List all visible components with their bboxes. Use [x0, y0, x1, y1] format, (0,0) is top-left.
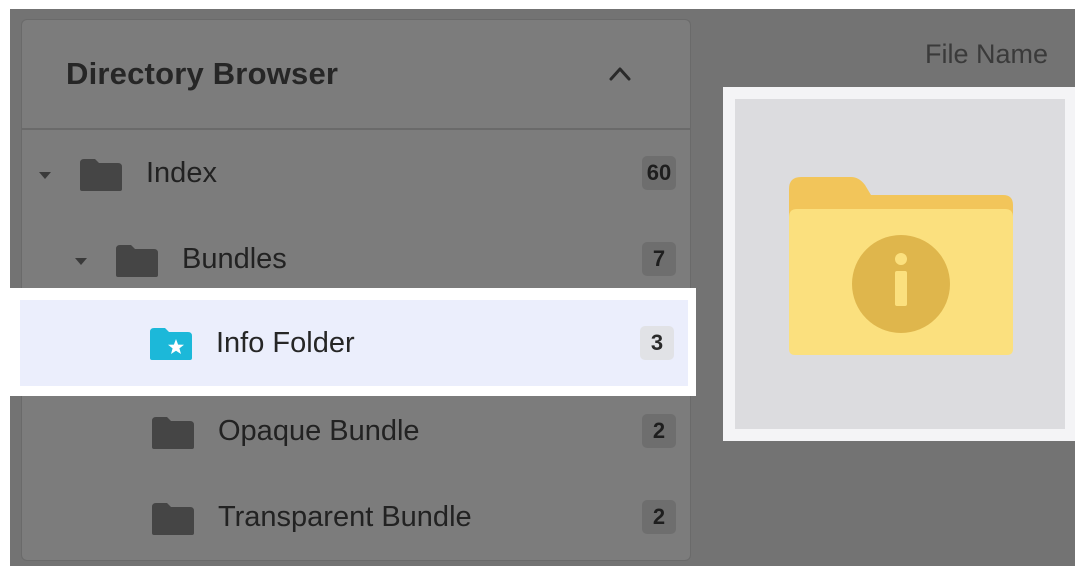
folder-icon	[152, 503, 194, 535]
tree-item-label: Bundles	[182, 243, 287, 275]
tree-item-transparent-bundle[interactable]: Transparent Bundle 2	[22, 474, 690, 560]
caret-down-icon[interactable]	[38, 170, 52, 180]
tree-item-label: Transparent Bundle	[218, 501, 472, 533]
item-count-badge: 2	[642, 414, 676, 448]
folder-icon	[80, 159, 122, 191]
chevron-up-icon[interactable]	[608, 64, 632, 82]
app-window: Directory Browser Index 60 Bundles 7 Opa…	[10, 9, 1075, 566]
folder-icon	[116, 245, 158, 277]
tree-item-label: Info Folder	[216, 327, 355, 359]
column-header-file-name[interactable]: File Name	[925, 39, 1048, 70]
info-folder-icon	[789, 177, 1013, 355]
star-folder-icon	[150, 328, 192, 360]
tree-item-index[interactable]: Index 60	[22, 130, 690, 216]
tree-item-label: Opaque Bundle	[218, 415, 420, 447]
folder-icon	[152, 417, 194, 449]
item-count-badge: 3	[640, 326, 674, 360]
item-count-badge: 60	[642, 156, 676, 190]
panel-header: Directory Browser	[22, 20, 690, 130]
item-count-badge: 2	[642, 500, 676, 534]
tree-item-label: Index	[146, 157, 217, 189]
item-count-badge: 7	[642, 242, 676, 276]
caret-down-icon[interactable]	[74, 256, 88, 266]
file-preview-tile	[735, 99, 1065, 429]
tree-item-opaque-bundle[interactable]: Opaque Bundle 2	[22, 388, 690, 474]
selected-row-highlight: Info Folder 3	[10, 288, 696, 396]
panel-title: Directory Browser	[66, 56, 339, 91]
file-preview-card[interactable]	[723, 87, 1075, 441]
tree-item-info-folder[interactable]: Info Folder 3	[20, 300, 688, 386]
